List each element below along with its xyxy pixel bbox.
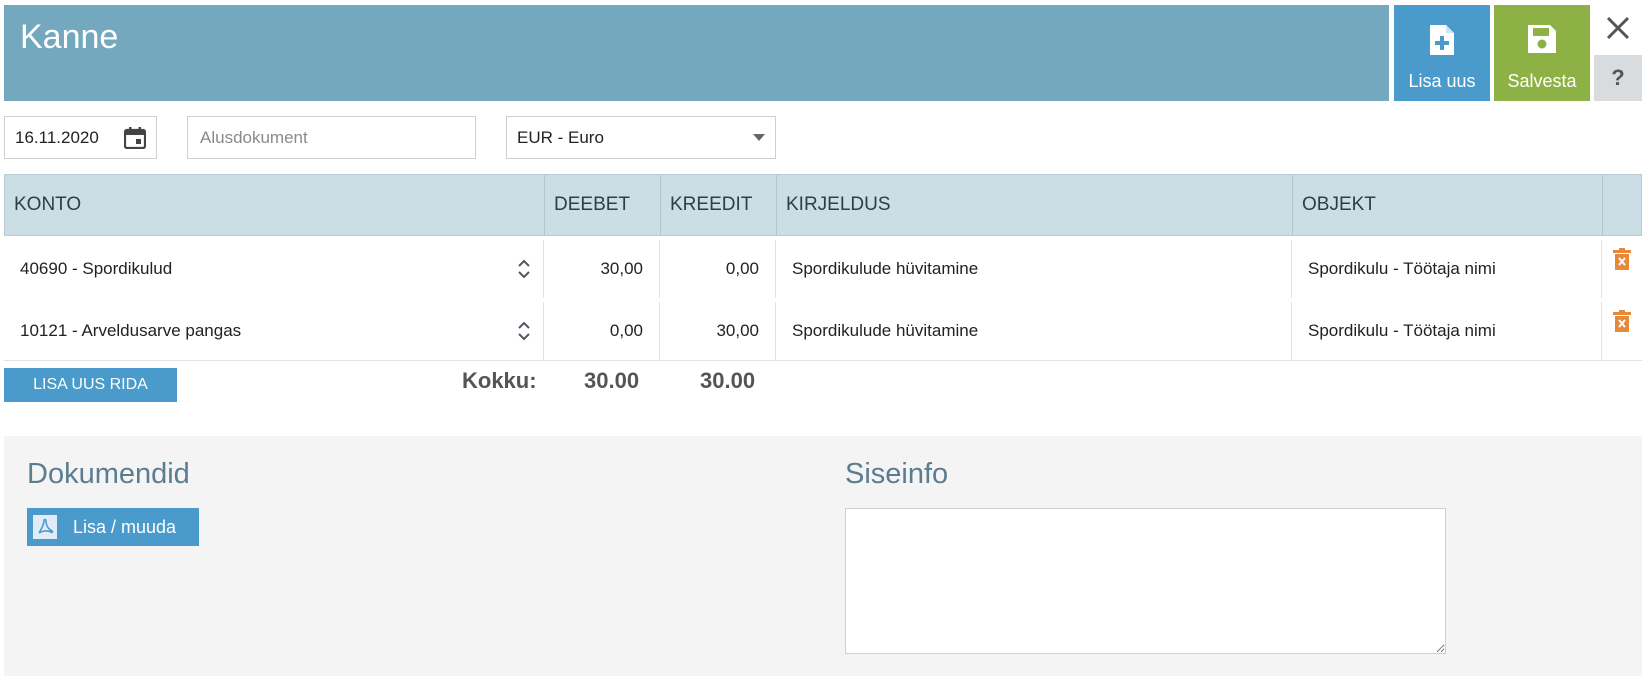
date-field[interactable]: 16.11.2020 bbox=[4, 116, 157, 159]
account-select[interactable]: 40690 - Spordikulud bbox=[4, 240, 544, 298]
close-button[interactable] bbox=[1594, 5, 1642, 51]
debit-field[interactable]: 30,00 bbox=[544, 240, 660, 298]
total-debit: 30.00 bbox=[584, 368, 640, 393]
page-title: Kanne bbox=[20, 18, 119, 56]
save-icon bbox=[1494, 23, 1590, 57]
delete-row-button[interactable] bbox=[1602, 240, 1642, 298]
description-field[interactable]: Spordikulude hüvitamine bbox=[776, 302, 1292, 360]
description-field[interactable]: Spordikulude hüvitamine bbox=[776, 240, 1292, 298]
object-field[interactable]: Spordikulu - Töötaja nimi bbox=[1292, 302, 1602, 360]
account-select[interactable]: 10121 - Arveldusarve pangas bbox=[4, 302, 544, 360]
sort-arrows-icon[interactable] bbox=[517, 320, 531, 342]
add-row-button[interactable]: LISA UUS RIDA bbox=[4, 368, 177, 402]
column-header-actions bbox=[1603, 175, 1641, 235]
column-header-objekt: OBJEKT bbox=[1293, 175, 1603, 235]
base-document-input[interactable] bbox=[198, 126, 465, 149]
save-button[interactable]: Salvesta bbox=[1494, 5, 1590, 101]
sort-arrows-icon[interactable] bbox=[517, 258, 531, 280]
table-row: 10121 - Arveldusarve pangas 0,00 30,00 S… bbox=[4, 298, 1642, 361]
internal-info-textarea[interactable] bbox=[845, 508, 1446, 654]
total-label: Kokku: bbox=[462, 368, 537, 393]
column-header-kirjeldus: KIRJELDUS bbox=[777, 175, 1293, 235]
help-button[interactable]: ? bbox=[1594, 55, 1642, 101]
account-value: 10121 - Arveldusarve pangas bbox=[20, 321, 242, 340]
debit-field[interactable]: 0,00 bbox=[544, 302, 660, 360]
total-credit: 30.00 bbox=[700, 368, 756, 393]
table-row: 40690 - Spordikulud 30,00 0,00 Spordikul… bbox=[4, 236, 1642, 299]
header-bar bbox=[4, 5, 1389, 101]
documents-title: Dokumendid bbox=[27, 458, 190, 490]
account-value: 40690 - Spordikulud bbox=[20, 259, 173, 278]
internal-info-title: Siseinfo bbox=[845, 458, 949, 490]
currency-select[interactable]: EUR - Euro bbox=[506, 116, 776, 159]
new-document-icon bbox=[1394, 23, 1490, 57]
column-header-deebet: DEEBET bbox=[545, 175, 661, 235]
add-new-button[interactable]: Lisa uus bbox=[1394, 5, 1490, 101]
add-new-label: Lisa uus bbox=[1408, 71, 1476, 91]
table-header: KONTO DEEBET KREEDIT KIRJELDUS OBJEKT bbox=[4, 174, 1642, 236]
credit-field[interactable]: 0,00 bbox=[660, 240, 776, 298]
column-header-konto: KONTO bbox=[5, 175, 545, 235]
save-label: Salvesta bbox=[1507, 71, 1577, 91]
chevron-down-icon bbox=[753, 134, 765, 141]
credit-field[interactable]: 30,00 bbox=[660, 302, 776, 360]
base-document-field[interactable] bbox=[187, 116, 476, 159]
add-edit-documents-label: Lisa / muuda bbox=[73, 516, 177, 537]
calendar-icon[interactable] bbox=[124, 126, 146, 149]
trash-icon bbox=[1613, 248, 1631, 270]
delete-row-button[interactable] bbox=[1602, 302, 1642, 360]
currency-value: EUR - Euro bbox=[517, 127, 604, 147]
trash-icon bbox=[1613, 310, 1631, 332]
close-icon bbox=[1606, 16, 1630, 40]
pdf-icon bbox=[33, 515, 57, 539]
add-edit-documents-button[interactable]: Lisa / muuda bbox=[27, 508, 199, 546]
date-value: 16.11.2020 bbox=[15, 127, 99, 147]
object-field[interactable]: Spordikulu - Töötaja nimi bbox=[1292, 240, 1602, 298]
column-header-kreedit: KREEDIT bbox=[661, 175, 777, 235]
